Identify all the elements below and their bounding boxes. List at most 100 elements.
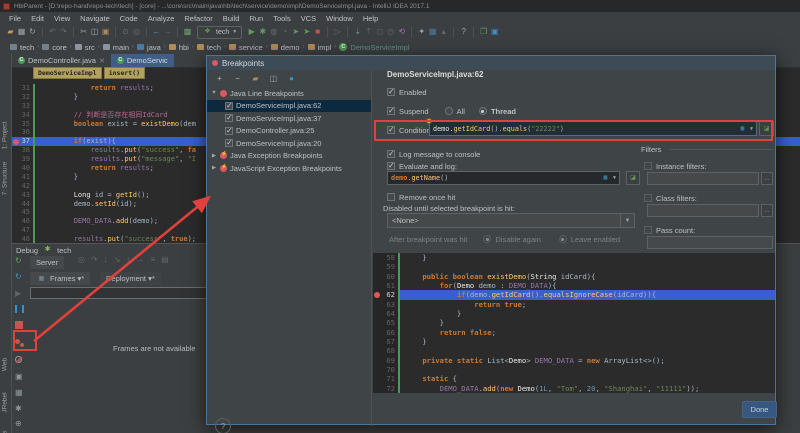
run-config-combo[interactable]: ❖ tech ▼ (197, 25, 243, 39)
tab-deployment[interactable]: Deployment ▾* (100, 272, 161, 285)
remove-once-row[interactable]: Remove once hit (387, 192, 455, 202)
line-number[interactable]: 44 (12, 200, 33, 209)
breadcrumb-demo[interactable]: demo (270, 43, 300, 52)
line-number[interactable]: 71 (373, 374, 398, 384)
mute-breakpoints-icon[interactable] (15, 356, 22, 363)
add-breakpoint-icon[interactable]: + (214, 74, 225, 84)
menu-vcs[interactable]: VCS (296, 14, 321, 23)
group-by-icon[interactable]: ▰ (250, 74, 261, 84)
lock-icon[interactable]: ◻ (374, 27, 385, 37)
drop-frame-icon[interactable]: ≡ (150, 255, 155, 264)
line-number[interactable]: 67 (373, 336, 398, 347)
tool-window-button-project[interactable]: 1: Project (2, 115, 9, 157)
compile-icon[interactable]: ▩ (182, 27, 193, 37)
forward-icon[interactable]: → (162, 27, 173, 37)
breakpoint-dot-icon[interactable] (374, 291, 380, 298)
skip-icon[interactable]: ▷ (332, 27, 343, 37)
refresh-icon[interactable]: ↻ (15, 272, 22, 281)
line-number[interactable]: 33 (12, 102, 33, 111)
line-number[interactable]: 58 (373, 253, 398, 263)
plugin-icon[interactable]: ▣ (489, 27, 500, 37)
evaluate-history-icon[interactable]: ▼ (613, 175, 616, 181)
tool-window-button-web[interactable]: Web (2, 344, 9, 386)
breadcrumb-tech[interactable]: tech (10, 43, 34, 52)
line-number[interactable]: 60 (373, 271, 398, 281)
line-number[interactable]: 68 (373, 346, 398, 356)
redo-icon[interactable]: ↷ (58, 27, 69, 37)
pass-count-input[interactable] (647, 236, 773, 249)
instance-filters-input[interactable] (647, 172, 759, 185)
tab-server[interactable]: Server (30, 256, 65, 269)
tree-row-demoserviceimpl-java-62[interactable]: DemoServiceImpl.java:62 (207, 99, 371, 112)
show-execution-point-icon[interactable]: ◎ (78, 255, 85, 264)
menu-build[interactable]: Build (218, 14, 245, 23)
breadcrumb-service[interactable]: service (229, 43, 263, 52)
coverage-icon[interactable]: ◍ (268, 27, 279, 37)
restore-layout-icon[interactable]: ▦ (15, 388, 23, 397)
line-number[interactable]: 72 (373, 383, 398, 393)
leave-enabled-radio[interactable] (558, 235, 567, 243)
condition-checkbox[interactable] (387, 125, 395, 134)
tool-window-button-jrebel[interactable]: JRebel (2, 382, 9, 424)
vcs-update-icon[interactable]: ⇣ (352, 27, 363, 37)
line-number[interactable]: 63 (373, 299, 398, 309)
line-number[interactable]: 69 (373, 355, 398, 365)
line-number[interactable]: 36 (12, 128, 33, 137)
evaluate-expression-icon[interactable]: ▤ (161, 255, 169, 264)
paste-icon[interactable]: ▣ (100, 27, 111, 37)
find-icon[interactable]: ⊙ (120, 27, 131, 37)
enabled-checkbox[interactable] (387, 87, 395, 96)
condition-history-icon[interactable]: ▼ (750, 126, 753, 132)
help-button[interactable]: ? (215, 418, 231, 433)
line-number[interactable]: 40 (12, 164, 33, 173)
breadcrumb-DemoServiceImpl[interactable]: C DemoServiceImpl (339, 43, 410, 52)
evaluate-checkbox[interactable] (387, 161, 395, 170)
tab-frames[interactable]: ▦ Frames ▾* (30, 272, 91, 285)
view-breakpoints-icon[interactable] (15, 338, 25, 348)
tree-row-demoserviceimpl-java-37[interactable]: DemoServiceImpl.java:37 (207, 112, 371, 125)
screenshot-icon[interactable]: ▣ (15, 372, 23, 381)
log-message-row[interactable]: Log message to console (387, 149, 480, 159)
step-out-icon[interactable]: ↑ (126, 255, 130, 264)
instance-filters-checkbox[interactable] (644, 162, 652, 170)
remove-once-checkbox[interactable] (387, 193, 395, 201)
close-icon[interactable]: ✕ (99, 57, 105, 65)
profiler-icon[interactable]: ◔ (279, 27, 290, 37)
disable-again-radio[interactable] (483, 235, 492, 243)
suspend-all-radio[interactable] (444, 107, 453, 115)
breadcrumb-impl[interactable]: impl (307, 43, 331, 52)
condition-input[interactable]: demo.getIdCard().equals("22222") ▦ ▼ (429, 121, 757, 136)
pass-count-checkbox[interactable] (644, 226, 652, 234)
breakpoint-checkbox[interactable] (225, 101, 233, 110)
breakpoint-checkbox[interactable] (225, 113, 233, 123)
back-icon[interactable]: ← (151, 27, 162, 37)
tree-row-demoserviceimpl-java-20[interactable]: DemoServiceImpl.java:20 (207, 137, 371, 150)
debug-icon[interactable]: ✱ (257, 27, 268, 37)
done-button[interactable]: Done (742, 401, 777, 418)
instance-filters-row[interactable]: Instance filters: (644, 161, 706, 171)
tool-window-button-favorites[interactable]: 2: Favorites (2, 427, 9, 433)
menu-file[interactable]: File (4, 14, 26, 23)
breadcrumb-core[interactable]: core (42, 43, 67, 52)
cut-icon[interactable]: ✂ (78, 27, 89, 37)
expand-expression-icon[interactable]: ▦ (737, 124, 748, 134)
pause-icon[interactable] (15, 305, 24, 313)
breakpoint-dot-icon[interactable] (13, 138, 19, 145)
resume-icon[interactable]: ▶ (15, 289, 21, 298)
suspend-checkbox[interactable] (387, 106, 395, 115)
undo-icon[interactable]: ↶ (47, 27, 58, 37)
menu-navigate[interactable]: Navigate (75, 14, 115, 23)
run-server-icon[interactable]: ➤ (290, 27, 301, 37)
line-number[interactable]: 59 (373, 262, 398, 272)
line-number[interactable]: 48 (12, 235, 33, 243)
revert-icon[interactable]: ⟲ (396, 27, 407, 37)
menu-tools[interactable]: Tools (268, 14, 296, 23)
show-disabled-icon[interactable]: ● (286, 74, 297, 84)
settings-icon[interactable]: ✱ (15, 404, 22, 413)
remove-breakpoint-icon[interactable]: − (232, 74, 243, 84)
line-number[interactable]: 64 (373, 308, 398, 319)
expand-evaluate-icon[interactable]: ▦ (600, 173, 611, 183)
run-to-cursor-icon[interactable]: → (136, 255, 144, 264)
class-filters-more-button[interactable]: ... (761, 204, 773, 217)
menu-analyze[interactable]: Analyze (143, 14, 180, 23)
